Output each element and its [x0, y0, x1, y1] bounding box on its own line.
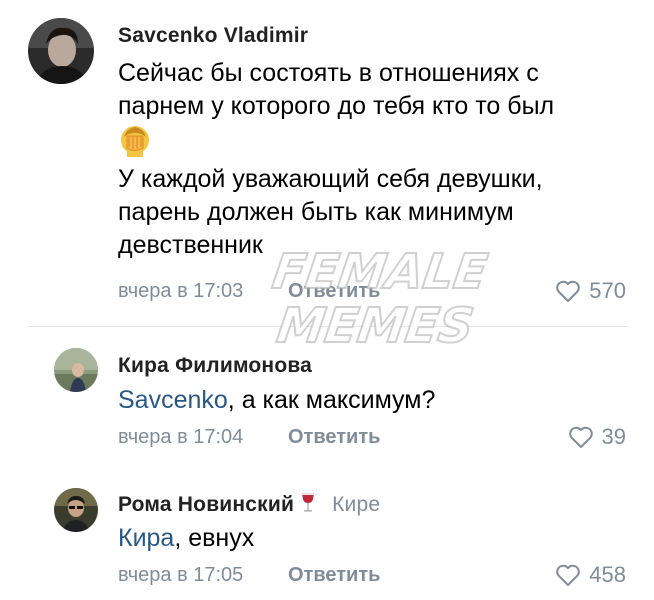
- heart-icon: [568, 425, 594, 449]
- comment-time: вчера в 17:03: [118, 280, 244, 302]
- author-name[interactable]: Рома Новинский: [118, 493, 294, 516]
- comment-text: Кира, евнух: [118, 522, 628, 555]
- comment-text-line: Сейчас бы состоять в отношениях с: [118, 59, 539, 87]
- comment-text-line: Savcenko, а как максимум?: [118, 384, 628, 417]
- wine-glass-icon: [298, 492, 318, 514]
- comment-author: Рома Новинский Кире: [118, 492, 380, 517]
- like-button[interactable]: 570: [555, 278, 626, 304]
- avatar[interactable]: [54, 348, 98, 392]
- reply-button[interactable]: Ответить: [288, 564, 380, 587]
- reply-button[interactable]: Ответить: [288, 426, 380, 449]
- comment-text: Сейчас бы состоять в отношениях с парнем…: [118, 57, 628, 262]
- comment-3: Рома Новинский Кире Кира, евнух вчера в …: [0, 468, 654, 600]
- comment-time: вчера в 17:05: [118, 564, 244, 586]
- reply-to-link[interactable]: Кире: [332, 493, 380, 516]
- comment-author[interactable]: Savcenko Vladimir: [118, 24, 308, 48]
- mention-link[interactable]: Кира: [118, 524, 174, 552]
- emoji-line: [118, 123, 628, 163]
- heart-icon: [555, 563, 581, 587]
- comment-text-line: Кира, евнух: [118, 522, 628, 555]
- like-count: 570: [589, 278, 626, 303]
- heart-icon: [555, 279, 581, 303]
- comment-text-line: У каждой уважающий себя девушки,: [118, 165, 543, 193]
- facepalm-emoji-icon: [118, 123, 152, 158]
- like-button[interactable]: 458: [555, 562, 626, 588]
- comment-author[interactable]: Кира Филимонова: [118, 354, 312, 378]
- comment-1: Savcenko Vladimir Сейчас бы состоять в о…: [0, 0, 654, 320]
- comment-text-line: парень должен быть как минимум: [118, 198, 514, 226]
- like-button[interactable]: 39: [568, 424, 626, 450]
- avatar[interactable]: [28, 18, 94, 84]
- like-count: 458: [589, 562, 626, 587]
- divider: [28, 326, 628, 327]
- reply-button[interactable]: Ответить: [288, 280, 380, 303]
- like-count: 39: [601, 424, 626, 449]
- comment-text-line: девственник: [118, 231, 263, 259]
- comment-text-body: , а как максимум?: [227, 386, 436, 414]
- avatar[interactable]: [54, 488, 98, 532]
- comment-text-body: , евнух: [174, 524, 255, 552]
- comment-2: Кира Филимонова Savcenko, а как максимум…: [0, 330, 654, 460]
- comment-text-line: парнем у которого до тебя кто то был: [118, 92, 555, 120]
- mention-link[interactable]: Savcenko: [118, 386, 228, 414]
- comment-time: вчера в 17:04: [118, 426, 244, 448]
- comment-text: Savcenko, а как максимум?: [118, 384, 628, 417]
